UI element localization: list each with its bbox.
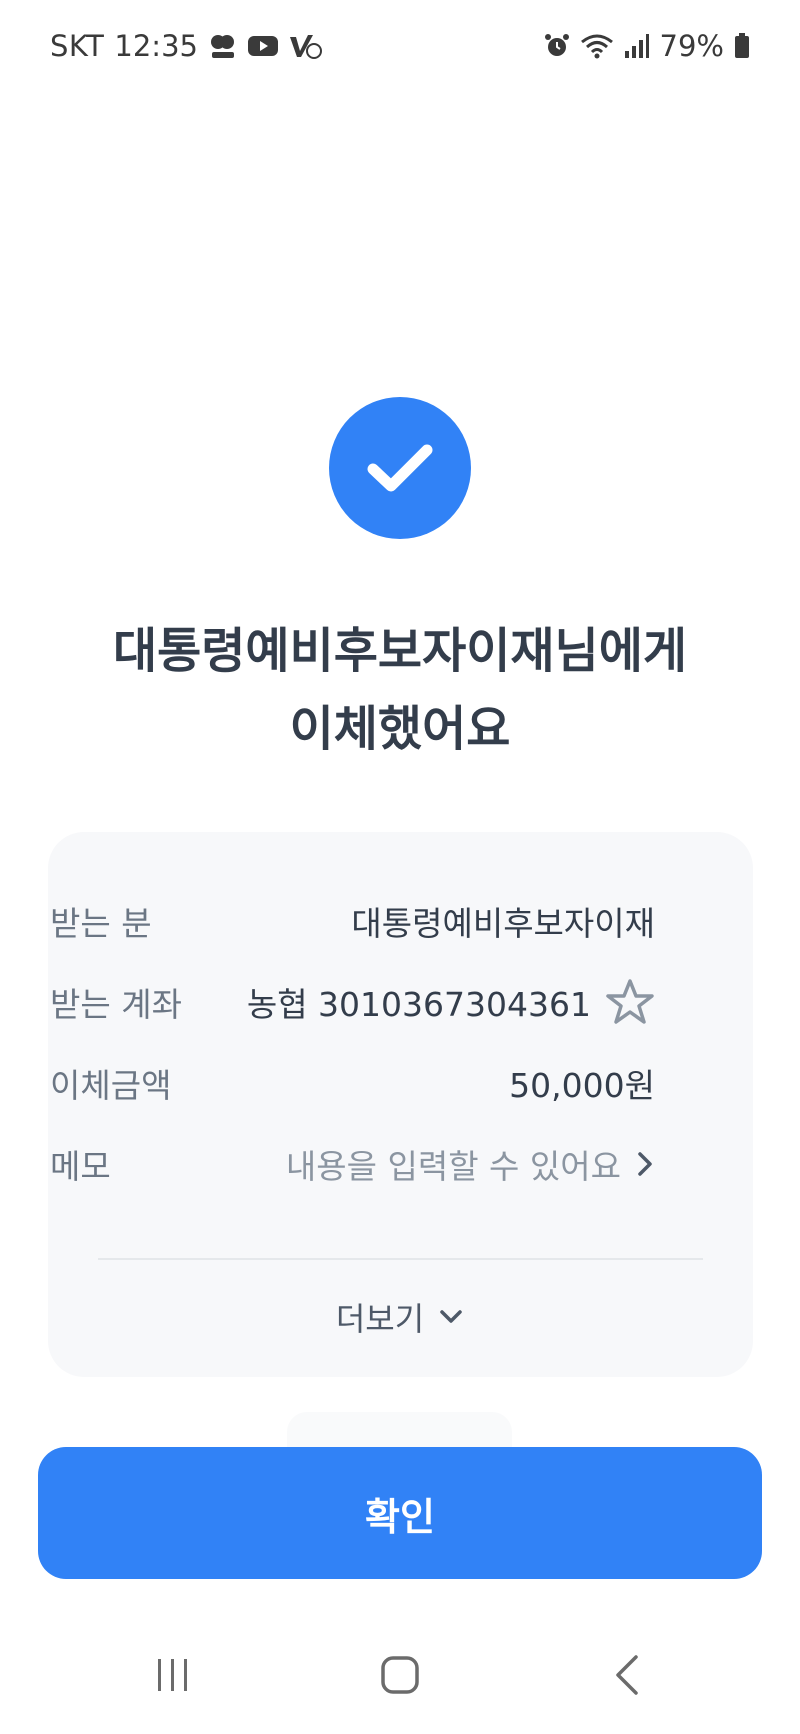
battery-icon (734, 33, 750, 59)
account-row: 받는 계좌 농협 3010367304361 (50, 972, 655, 1032)
result-title-line2: 이체했어요 (289, 701, 511, 757)
chevron-down-icon (438, 1308, 464, 1326)
signal-icon (624, 33, 650, 59)
home-button[interactable] (340, 1635, 460, 1715)
memo-label: 메모 (50, 1147, 111, 1186)
clock-time: 12:35 (114, 29, 198, 63)
card-divider (98, 1258, 703, 1260)
result-title: 대통령예비후보자이재님에게 이체했어요 (0, 612, 800, 768)
amount-row: 이체금액 50,000원 (50, 1053, 655, 1113)
recipient-row: 받는 분 대통령예비후보자이재 (50, 891, 655, 951)
status-bar: SKT 12:35 79% (0, 0, 800, 92)
account-label: 받는 계좌 (50, 985, 182, 1024)
back-icon (615, 1655, 638, 1695)
won-app-icon (208, 31, 238, 61)
alarm-icon (544, 33, 570, 59)
account-value-group: 농협 3010367304361 (247, 978, 655, 1026)
more-button[interactable]: 더보기 (0, 1292, 800, 1342)
hidden-action-pill (287, 1412, 512, 1452)
account-value: 농협 3010367304361 (246, 985, 591, 1024)
recent-apps-button[interactable] (113, 1635, 233, 1715)
memo-input[interactable]: 내용을 입력할 수 있어요 (286, 1140, 655, 1188)
status-left: SKT 12:35 (50, 29, 322, 63)
memo-placeholder: 내용을 입력할 수 있어요 (285, 1147, 621, 1186)
recipient-value: 대통령예비후보자이재 (351, 904, 655, 943)
status-right: 79% (544, 29, 750, 63)
wifi-icon (580, 32, 614, 60)
result-title-line1: 대통령예비후보자이재님에게 (112, 623, 688, 679)
success-check-icon (329, 397, 471, 539)
recent-apps-icon (158, 1659, 188, 1691)
chevron-right-icon (635, 1149, 655, 1179)
favorite-star-icon[interactable] (605, 978, 655, 1026)
memo-row[interactable]: 메모 내용을 입력할 수 있어요 (50, 1134, 655, 1194)
carrier-name: SKT (50, 29, 105, 63)
youtube-icon (247, 34, 278, 58)
more-label: 더보기 (335, 1300, 425, 1338)
back-button[interactable] (567, 1635, 687, 1715)
vimeo-icon (288, 31, 322, 61)
transfer-complete-screen: SKT 12:35 79% 대통령예비후보자이재님에게 이체했어요 받는 분 대… (0, 0, 800, 1734)
home-icon (381, 1656, 419, 1694)
recipient-label: 받는 분 (50, 904, 152, 943)
confirm-button[interactable]: 확인 (38, 1447, 762, 1579)
amount-value: 50,000원 (509, 1066, 655, 1105)
amount-label: 이체금액 (50, 1066, 172, 1105)
battery-percent: 79% (659, 29, 724, 63)
system-navigation-bar (0, 1630, 800, 1720)
check-icon (367, 444, 433, 492)
